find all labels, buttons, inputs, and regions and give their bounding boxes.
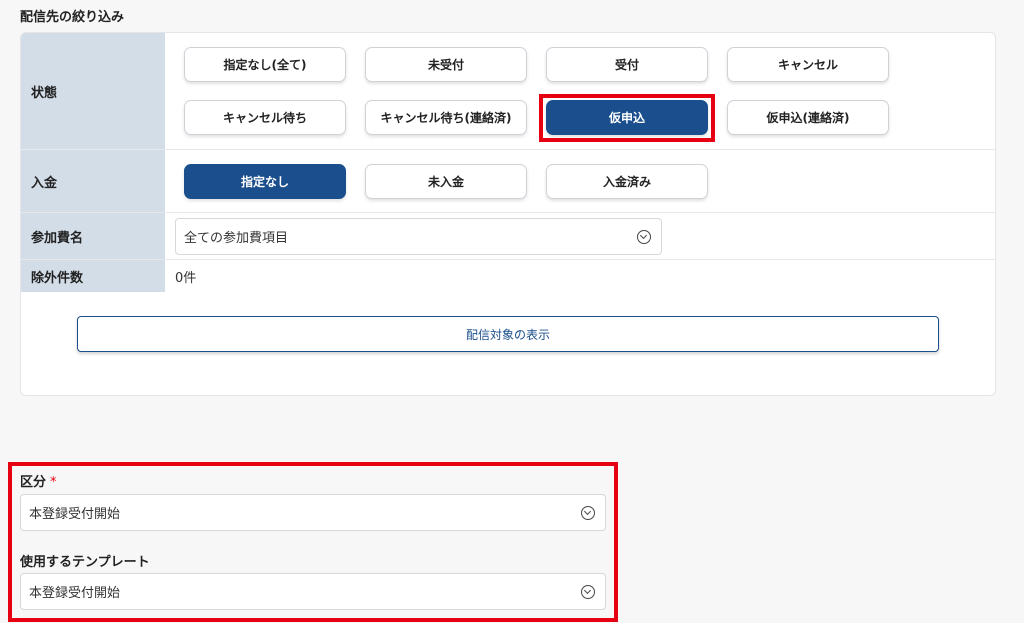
status-option-all[interactable]: 指定なし(全て) (184, 47, 346, 82)
fee-select[interactable]: 全ての参加費項目 (175, 218, 662, 255)
category-label-text: 区分 (20, 475, 47, 490)
status-row: 状態 指定なし(全て) 未受付 受付 キャンセル キャンセル待ち キャンセル待ち… (21, 33, 995, 150)
fee-select-value: 全ての参加費項目 (184, 231, 289, 246)
payment-option-paid[interactable]: 入金済み (546, 164, 708, 199)
status-option-provisional[interactable]: 仮申込 (546, 100, 708, 135)
status-label: 状態 (21, 33, 165, 149)
excluded-count: 0件 (175, 270, 197, 286)
status-option-unaccepted[interactable]: 未受付 (365, 47, 527, 82)
template-select[interactable]: 本登録受付開始 (20, 573, 606, 610)
filter-panel: 状態 指定なし(全て) 未受付 受付 キャンセル キャンセル待ち キャンセル待ち… (20, 32, 996, 396)
chevron-down-icon (581, 584, 595, 599)
section-title: 配信先の絞り込み (20, 10, 125, 25)
template-label: 使用するテンプレート (20, 555, 150, 570)
category-label: 区分 * (20, 471, 57, 490)
category-select-value: 本登録受付開始 (29, 507, 121, 522)
payment-row: 入金 指定なし 未入金 入金済み (21, 150, 995, 213)
payment-option-unpaid[interactable]: 未入金 (365, 164, 527, 199)
show-targets-button[interactable]: 配信対象の表示 (77, 316, 939, 352)
chevron-down-icon (581, 505, 595, 520)
excluded-label: 除外件数 (21, 260, 165, 292)
fee-label: 参加費名 (21, 213, 165, 259)
status-option-waitlist[interactable]: キャンセル待ち (184, 100, 346, 135)
required-mark: * (50, 475, 57, 490)
category-select[interactable]: 本登録受付開始 (20, 494, 606, 531)
chevron-down-icon (637, 229, 651, 244)
payment-label: 入金 (21, 150, 165, 212)
template-select-value: 本登録受付開始 (29, 586, 121, 601)
payment-option-none[interactable]: 指定なし (184, 164, 346, 199)
fee-row: 参加費名 全ての参加費項目 (21, 213, 995, 260)
status-option-waitlist-contacted[interactable]: キャンセル待ち(連絡済) (365, 100, 527, 135)
excluded-row: 除外件数 0件 (21, 260, 995, 292)
status-option-provisional-contacted[interactable]: 仮申込(連絡済) (727, 100, 889, 135)
status-option-accepted[interactable]: 受付 (546, 47, 708, 82)
status-option-cancel[interactable]: キャンセル (727, 47, 889, 82)
